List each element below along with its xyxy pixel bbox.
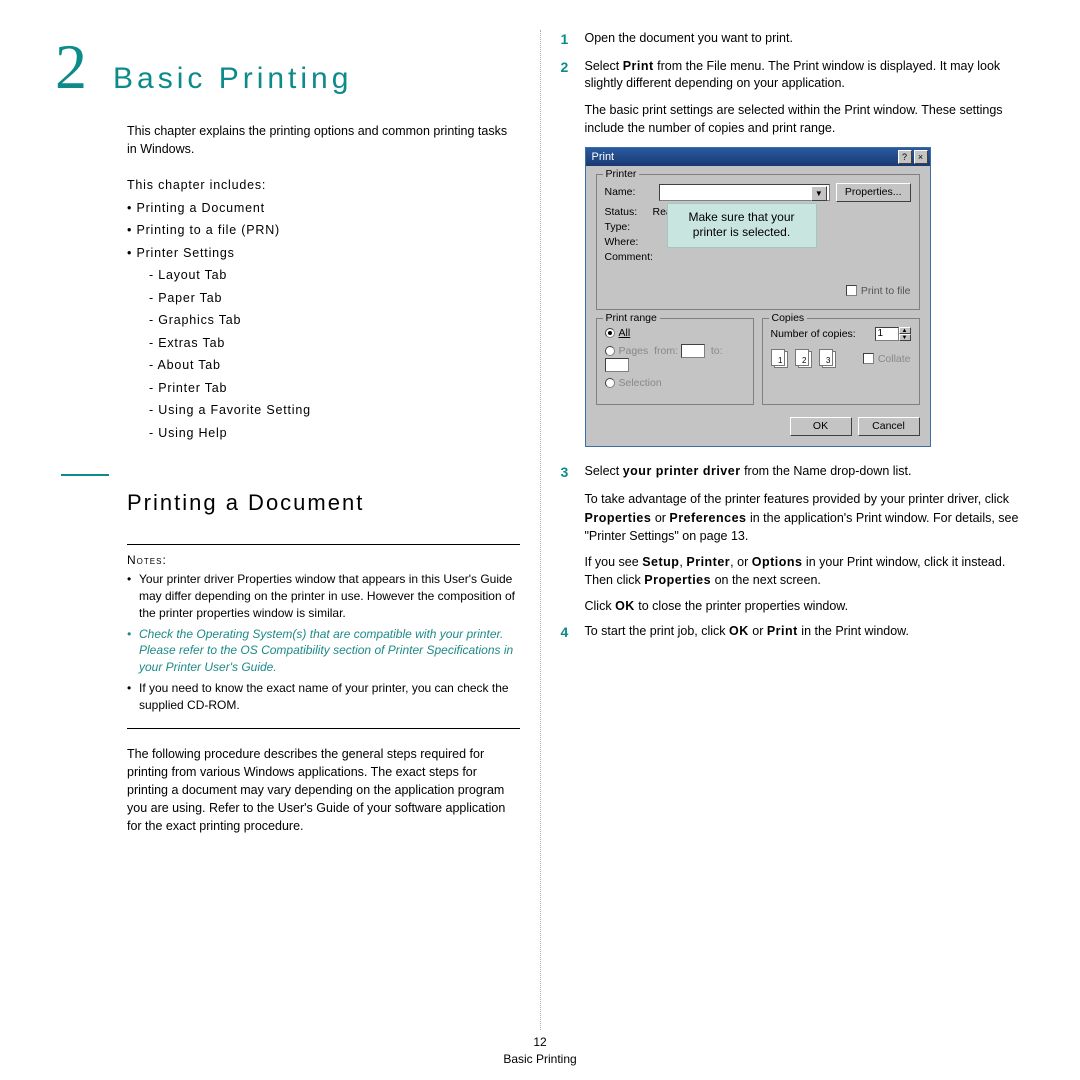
- footer-title: Basic Printing: [0, 1051, 1080, 1068]
- collate-preview-icon: 11 22 33: [771, 349, 839, 369]
- step-text: To start the print job, click OK or Prin…: [585, 623, 1026, 643]
- group-title: Print range: [603, 312, 660, 324]
- group-title: Printer: [603, 168, 640, 180]
- ok-button[interactable]: OK: [790, 417, 852, 436]
- toc-subitem[interactable]: Graphics Tab: [149, 309, 520, 332]
- comment-label: Comment:: [605, 251, 683, 263]
- page-number: 12: [0, 1034, 1080, 1051]
- status-label: Status:: [605, 206, 653, 218]
- range-selection-radio[interactable]: [605, 378, 615, 388]
- range-all-label: All: [619, 327, 631, 339]
- step-text: Select your printer driver from the Name…: [585, 463, 1026, 483]
- note-text: If you need to know the exact name of yo…: [139, 681, 509, 712]
- toc-subitem[interactable]: Paper Tab: [149, 287, 520, 310]
- help-icon[interactable]: ?: [898, 150, 912, 164]
- step-number: 1: [561, 30, 575, 50]
- section-rule: [61, 474, 109, 476]
- to-input[interactable]: [605, 358, 629, 372]
- toc-subitem[interactable]: About Tab: [149, 354, 520, 377]
- chapter-intro: This chapter explains the printing optio…: [127, 122, 520, 158]
- close-icon[interactable]: ×: [914, 150, 928, 164]
- body-paragraph: The following procedure describes the ge…: [127, 745, 520, 836]
- print-to-file-checkbox[interactable]: [846, 285, 857, 296]
- to-label: to:: [711, 345, 723, 357]
- step-number: 2: [561, 58, 575, 93]
- note-text-em: Check the Operating System(s) that are c…: [139, 627, 513, 675]
- toc-item[interactable]: Printer Settings: [127, 242, 520, 265]
- range-pages-label: Pages: [619, 345, 649, 357]
- step-continuation: The basic print settings are selected wi…: [585, 101, 1026, 137]
- print-range-group: Print range All Pages from: to: Selectio…: [596, 318, 754, 405]
- step-number: 4: [561, 623, 575, 643]
- chapter-title: Basic Printing: [113, 62, 352, 96]
- printer-group: Printer Name: Properties... Status:Ready…: [596, 174, 920, 310]
- toc-subitem[interactable]: Extras Tab: [149, 332, 520, 355]
- copies-group: Copies Number of copies: 1 ▲▼ 11 22: [762, 318, 920, 405]
- range-selection-label: Selection: [619, 377, 662, 389]
- dialog-title: Print: [592, 151, 615, 163]
- includes-label: This chapter includes:: [127, 174, 520, 197]
- notes-box: Notes: Your printer driver Properties wi…: [127, 544, 520, 728]
- num-copies-input[interactable]: 1: [875, 327, 899, 341]
- collate-checkbox[interactable]: [863, 353, 874, 364]
- toc-item[interactable]: Printing to a file (PRN): [127, 219, 520, 242]
- group-title: Copies: [769, 312, 808, 324]
- toc-item[interactable]: Printing a Document: [127, 197, 520, 220]
- notes-label: Notes:: [127, 553, 520, 567]
- chapter-number: 2: [55, 30, 87, 104]
- spin-up-icon[interactable]: ▲: [899, 327, 911, 334]
- step-continuation: Click OK to close the printer properties…: [585, 597, 1026, 615]
- collate-label: Collate: [878, 353, 911, 365]
- properties-button[interactable]: Properties...: [836, 183, 911, 202]
- print-dialog-figure: Print ? × Printer Name: Properties...: [585, 147, 931, 447]
- num-copies-label: Number of copies:: [771, 328, 856, 340]
- printer-name-dropdown[interactable]: [659, 184, 830, 201]
- note-text: Your printer driver Properties window th…: [139, 572, 515, 620]
- toc-subitem[interactable]: Printer Tab: [149, 377, 520, 400]
- step-continuation: If you see Setup, Printer, or Options in…: [585, 553, 1026, 589]
- section-heading: Printing a Document: [127, 490, 520, 516]
- callout-tip: Make sure that your printer is selected.: [667, 203, 817, 248]
- range-all-radio[interactable]: [605, 328, 615, 338]
- range-pages-radio[interactable]: [605, 346, 615, 356]
- step-continuation: To take advantage of the printer feature…: [585, 490, 1026, 544]
- from-input[interactable]: [681, 344, 705, 358]
- name-label: Name:: [605, 186, 653, 198]
- spin-down-icon[interactable]: ▼: [899, 334, 911, 341]
- toc-subitem[interactable]: Layout Tab: [149, 264, 520, 287]
- step-text: Open the document you want to print.: [585, 30, 1026, 50]
- step-number: 3: [561, 463, 575, 483]
- cancel-button[interactable]: Cancel: [858, 417, 920, 436]
- toc-subitem[interactable]: Using a Favorite Setting: [149, 399, 520, 422]
- print-to-file-label: Print to file: [861, 285, 911, 297]
- from-label: from:: [654, 345, 678, 357]
- toc-subitem[interactable]: Using Help: [149, 422, 520, 445]
- step-text: Select Print from the File menu. The Pri…: [585, 58, 1026, 93]
